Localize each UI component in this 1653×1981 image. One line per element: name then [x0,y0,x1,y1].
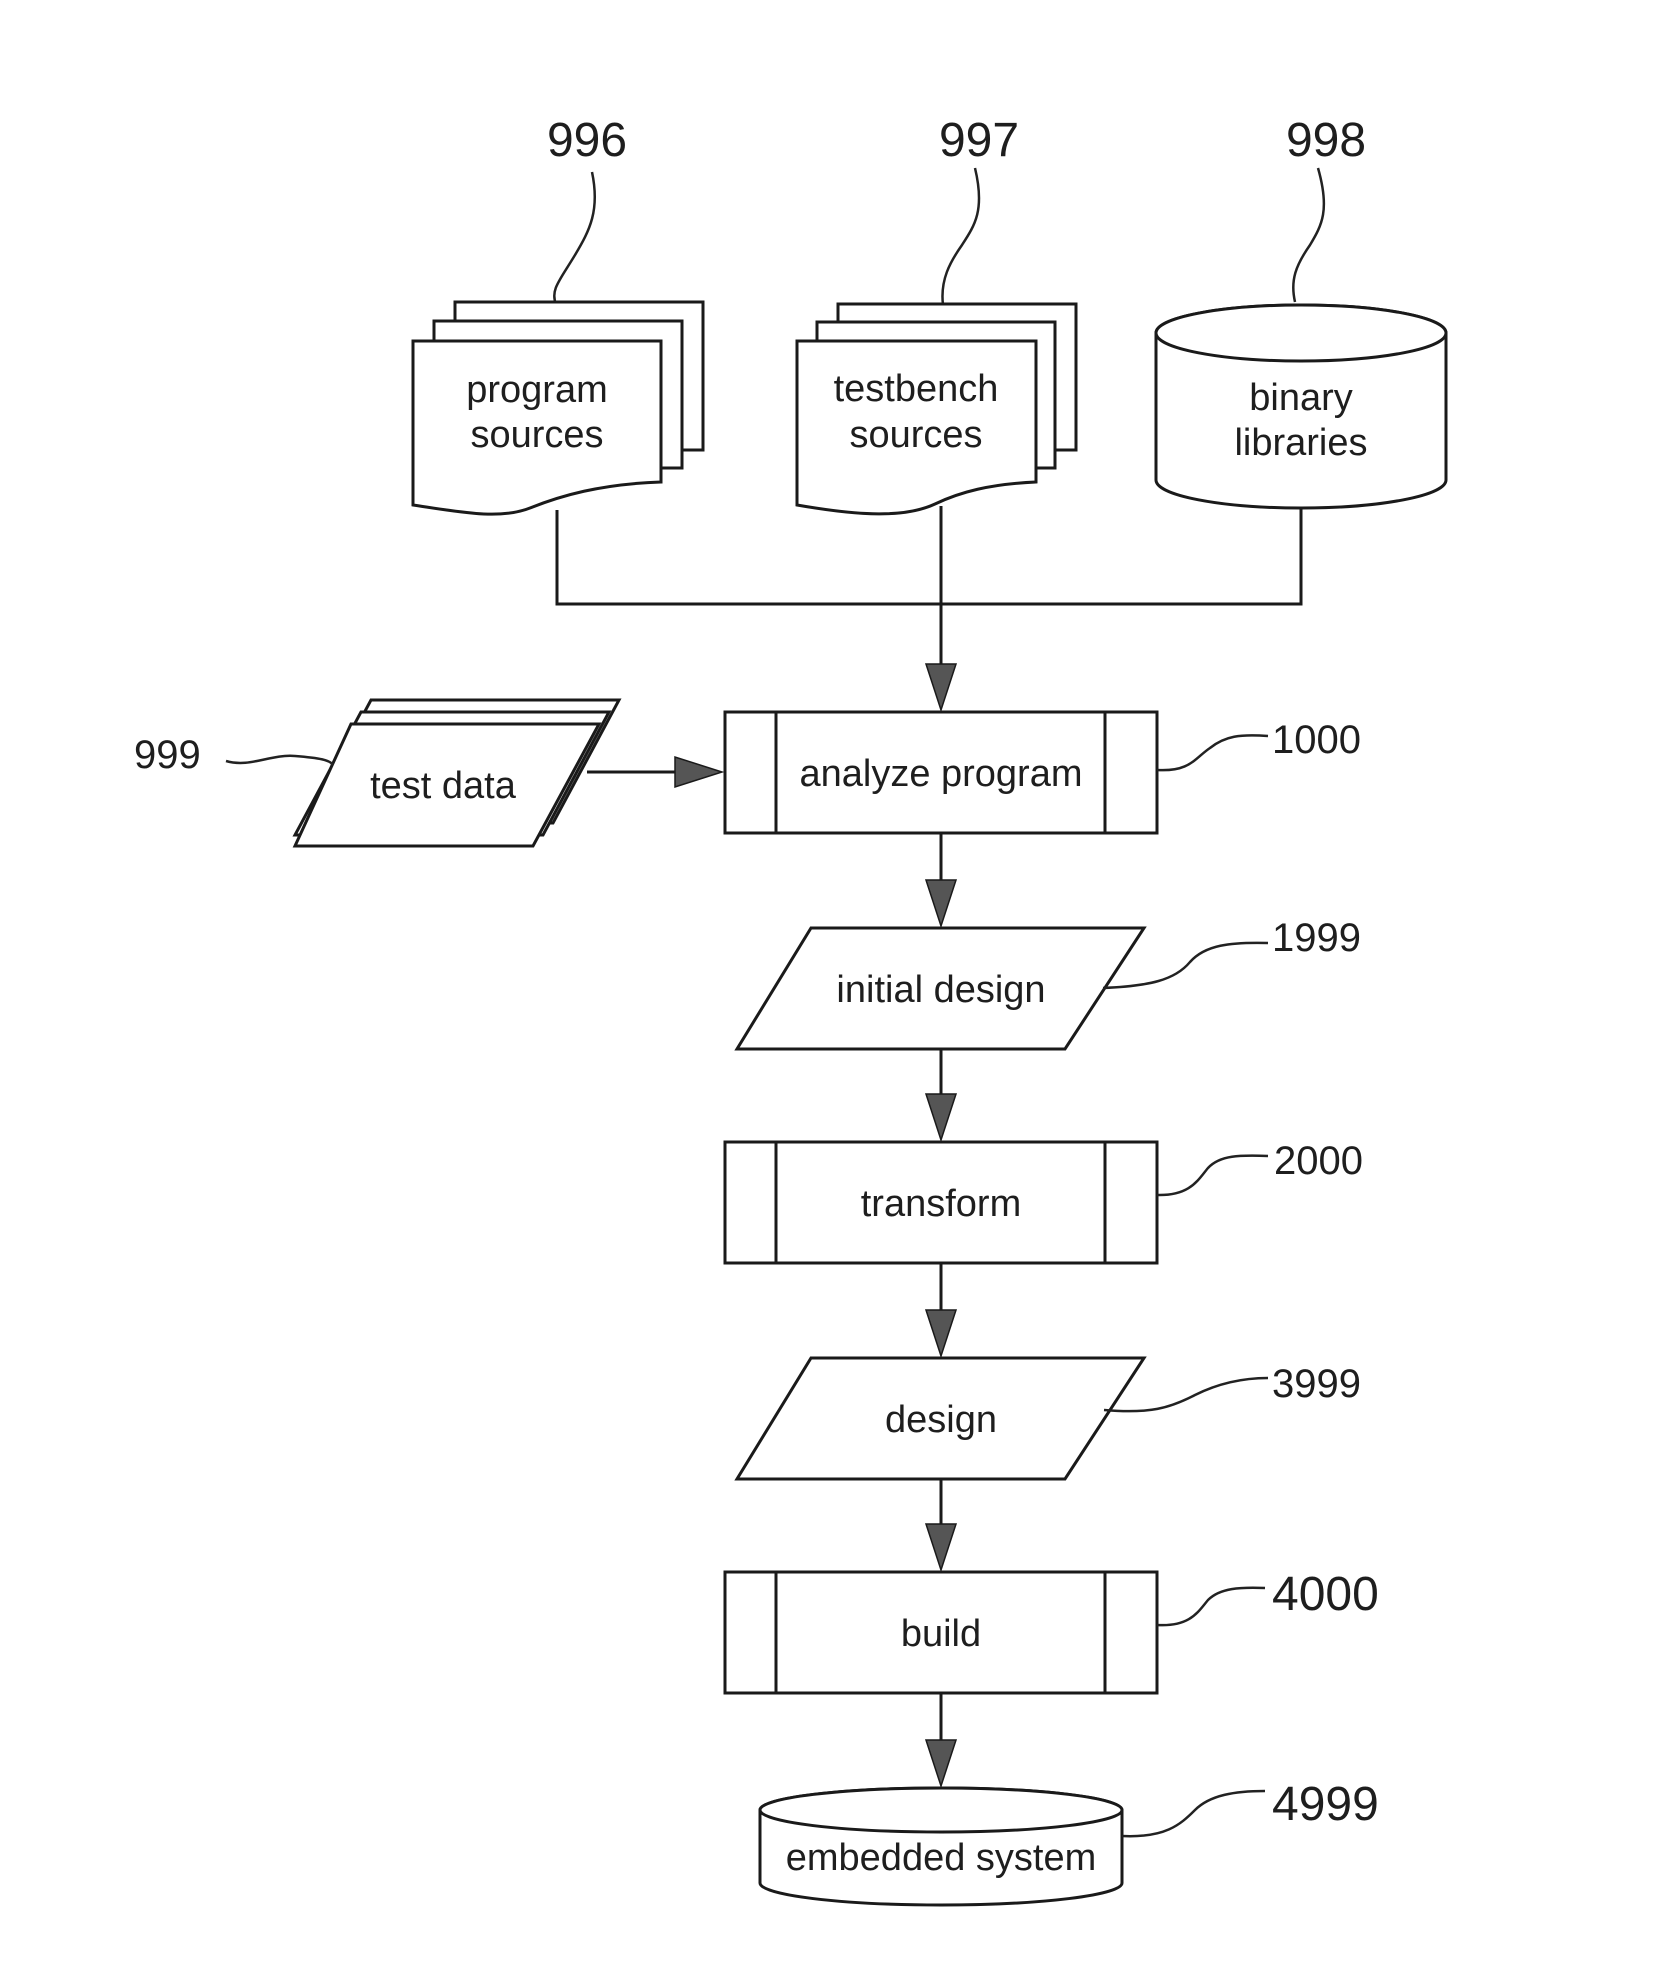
leader-line-2000 [1156,1154,1269,1197]
node-label: test data [370,765,517,807]
arrow-right-icon [674,755,725,789]
ref-label-999: 999 [134,733,201,777]
node-build: build [723,1570,1159,1695]
node-label: build [901,1613,981,1655]
node-binary-libraries: binary libraries [1154,303,1448,510]
node-label: transform [861,1183,1021,1225]
node-design: design [734,1356,1147,1481]
leader-line-999 [225,754,335,766]
ref-label-998: 998 [1286,114,1366,167]
ref-label-1000: 1000 [1272,718,1361,762]
ref-label-4999: 4999 [1272,1778,1379,1831]
node-testbench-sources: testbench sources [795,302,1078,516]
cylinder-top [758,1786,1124,1834]
node-label-line-2: libraries [1234,422,1367,464]
node-label: design [885,1399,997,1441]
leader-line-997 [941,167,981,306]
node-label-line-1: binary [1249,377,1353,419]
node-label: initial design [836,969,1045,1011]
cylinder-top [1154,303,1448,363]
leader-line-1000 [1156,734,1269,772]
node-test-data: test data [292,698,622,848]
ref-label-996: 996 [547,114,627,167]
arrow-down-icon [924,1739,958,1789]
node-initial-design: initial design [734,926,1147,1051]
ref-label-997: 997 [939,114,1019,167]
ref-label-3999: 3999 [1272,1362,1361,1406]
ref-label-2000: 2000 [1274,1139,1363,1183]
ref-label-4000: 4000 [1272,1568,1379,1621]
arrow-down-icon [924,1523,958,1573]
leader-line-996 [553,171,596,305]
node-label: analyze program [799,753,1082,795]
node-analyze-program: analyze program [723,710,1159,835]
node-label-line-2: sources [470,414,603,456]
leader-line-4999 [1121,1789,1266,1838]
arrow-down-icon [924,1093,958,1143]
arrow-down-icon [924,663,958,713]
node-transform: transform [723,1140,1159,1265]
node-program-sources: program sources [411,300,705,516]
flowchart-diagram: 996 997 998 program sources testbench so… [134,114,1448,1907]
merge-connector [555,508,1303,606]
node-label-line-2: sources [849,414,982,456]
arrow-down-icon [924,879,958,929]
ref-label-1999: 1999 [1272,916,1361,960]
node-embedded-system: embedded system [758,1786,1124,1907]
node-label-line-1: program [466,369,608,411]
arrow-down-icon [924,1309,958,1359]
node-label-line-1: testbench [834,368,999,410]
leader-line-4000 [1156,1586,1266,1627]
node-label: embedded system [786,1837,1097,1879]
leader-line-998 [1292,167,1326,303]
